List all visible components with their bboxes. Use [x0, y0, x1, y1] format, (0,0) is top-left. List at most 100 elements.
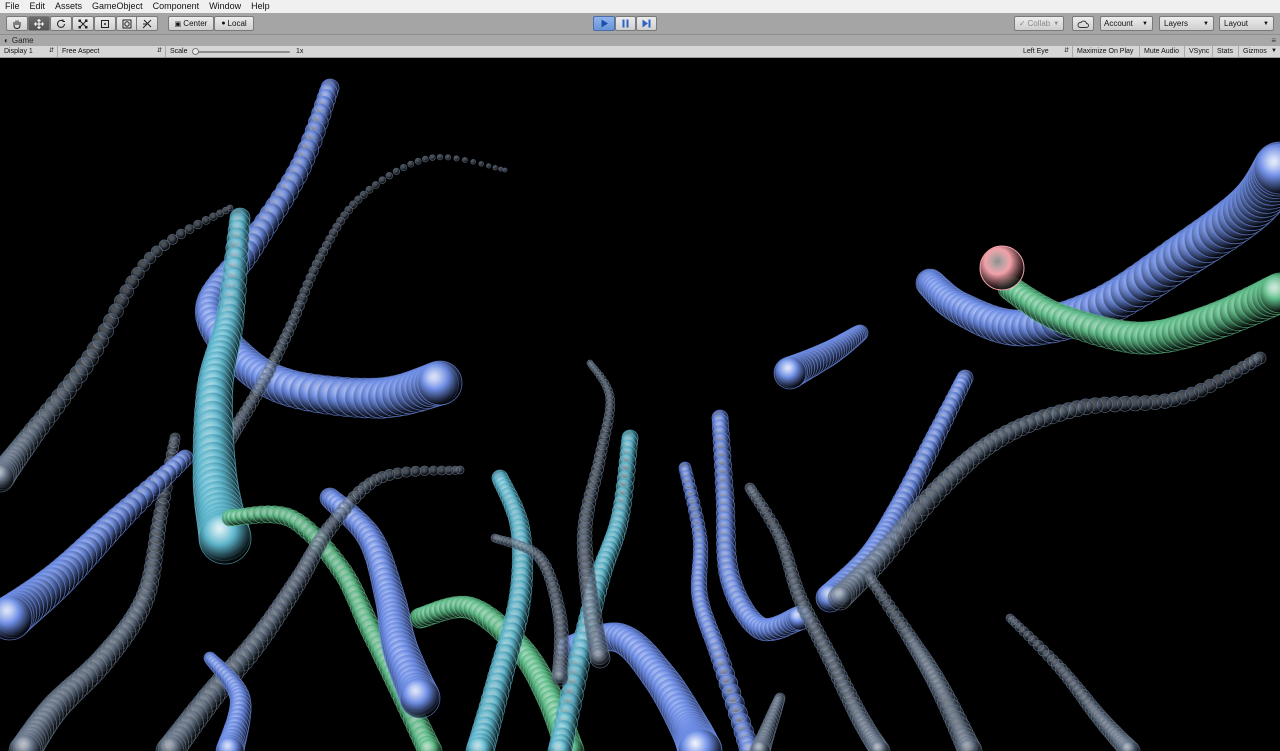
cloud-icon	[1077, 20, 1089, 28]
pivot-center-button[interactable]: ▣ Center	[168, 16, 214, 31]
rect-tool-button[interactable]	[94, 16, 116, 31]
updown-icon: ⇵	[1063, 48, 1069, 54]
game-viewport[interactable]	[0, 58, 1280, 751]
menu-bar: File Edit Assets GameObject Component Wi…	[0, 0, 1280, 13]
tab-menu-icon[interactable]: ≡	[1271, 35, 1276, 46]
sphere	[378, 176, 387, 184]
pivot-center-label: Center	[183, 19, 208, 28]
chevron-down-icon: ▼	[1271, 48, 1277, 54]
eye-dropdown[interactable]: Left Eye ⇵	[1019, 46, 1073, 57]
main-toolbar: ▣ Center ● Local ✓ Collab ▼ Account ▼ La…	[0, 13, 1280, 35]
transform-tool-button[interactable]	[116, 16, 138, 31]
stats-toggle[interactable]: Stats	[1213, 46, 1239, 57]
tab-game[interactable]: ◐ Game	[0, 36, 34, 45]
menu-file[interactable]: File	[0, 0, 25, 13]
mute-label: Mute Audio	[1144, 48, 1180, 55]
menu-component[interactable]: Component	[148, 0, 205, 13]
gizmos-dropdown[interactable]: Gizmos ▼	[1239, 46, 1280, 57]
sphere-strand	[1005, 613, 1141, 751]
scale-label: Scale	[170, 48, 188, 55]
pivot-local-button[interactable]: ● Local	[214, 16, 254, 31]
mute-audio-toggle[interactable]: Mute Audio	[1140, 46, 1185, 57]
scale-tool-icon	[78, 19, 88, 28]
local-space-icon: ●	[221, 20, 226, 27]
layout-dropdown[interactable]: Layout ▼	[1219, 16, 1274, 31]
sphere	[365, 185, 374, 194]
eye-label: Left Eye	[1023, 48, 1049, 55]
stats-label: Stats	[1217, 48, 1233, 55]
sphere	[492, 165, 498, 171]
chevron-down-icon: ▼	[1203, 20, 1209, 27]
rotate-tool-button[interactable]	[50, 16, 72, 31]
sphere	[399, 677, 441, 719]
sphere	[436, 465, 447, 476]
chevron-down-icon: ▼	[1142, 20, 1148, 27]
hand-tool-icon	[13, 20, 21, 29]
menu-gameobject[interactable]: GameObject	[87, 0, 148, 13]
sphere	[436, 154, 444, 161]
move-tool-icon	[34, 18, 44, 29]
sphere	[498, 166, 504, 172]
game-view-bar: Display 1 ⇵ Free Aspect ⇵ Scale 1x Left …	[0, 46, 1280, 58]
pivot-center-icon: ▣	[174, 20, 182, 28]
display-label: Display 1	[4, 48, 33, 55]
sphere	[502, 167, 508, 173]
vsync-toggle[interactable]: VSync	[1185, 46, 1213, 57]
game-icon: ◐	[4, 36, 9, 45]
highlighted-sphere	[979, 245, 1025, 291]
chevron-down-icon: ▼	[1263, 20, 1269, 27]
collab-button[interactable]: ✓ Collab ▼	[1014, 16, 1064, 31]
menu-help[interactable]: Help	[246, 0, 275, 13]
display-dropdown[interactable]: Display 1 ⇵	[0, 46, 58, 57]
scale-tool-button[interactable]	[72, 16, 94, 31]
pivot-local-label: Local	[227, 19, 247, 28]
sphere	[827, 585, 853, 611]
scale-slider-knob[interactable]	[192, 48, 199, 55]
layers-dropdown[interactable]: Layers ▼	[1159, 16, 1214, 31]
layout-label: Layout	[1224, 19, 1249, 28]
account-label: Account	[1104, 19, 1133, 28]
window-tab-bar: ◐ Game	[0, 35, 1280, 46]
sphere	[184, 224, 195, 235]
collab-label: Collab	[1027, 19, 1051, 28]
sphere	[470, 159, 477, 165]
custom-tool-icon	[142, 19, 152, 28]
hand-tool-button[interactable]	[6, 16, 28, 31]
sphere	[400, 164, 408, 172]
scale-control: Scale 1x	[166, 46, 314, 57]
maximize-on-play-toggle[interactable]: Maximize On Play	[1073, 46, 1140, 57]
sphere	[461, 157, 468, 163]
sphere	[773, 356, 807, 390]
sphere	[407, 160, 415, 168]
sphere	[478, 161, 484, 167]
pause-button[interactable]	[615, 16, 636, 31]
scale-slider[interactable]	[194, 51, 290, 53]
account-dropdown[interactable]: Account ▼	[1100, 16, 1153, 31]
sphere	[392, 167, 400, 176]
menu-window[interactable]: Window	[204, 0, 246, 13]
menu-assets[interactable]: Assets	[50, 0, 87, 13]
sphere	[193, 219, 203, 230]
sphere	[428, 465, 439, 476]
layers-label: Layers	[1164, 19, 1189, 28]
menu-edit[interactable]: Edit	[25, 0, 51, 13]
sphere	[589, 647, 611, 669]
move-tool-button[interactable]	[28, 16, 50, 31]
sphere	[421, 155, 429, 163]
sphere	[417, 360, 463, 406]
scale-value: 1x	[296, 48, 304, 55]
sphere	[551, 669, 569, 687]
play-button[interactable]	[593, 16, 615, 31]
check-icon: ✓	[1018, 19, 1026, 28]
sphere	[371, 181, 380, 189]
vsync-label: VSync	[1189, 48, 1210, 55]
step-icon	[642, 19, 651, 28]
sphere	[209, 212, 218, 221]
aspect-dropdown[interactable]: Free Aspect ⇵	[58, 46, 166, 57]
cloud-button[interactable]	[1072, 16, 1094, 31]
gizmos-label: Gizmos	[1243, 48, 1267, 55]
step-button[interactable]	[636, 16, 657, 31]
transform-tool-icon	[122, 19, 132, 28]
custom-tool-button[interactable]	[136, 16, 158, 31]
rect-tool-icon	[101, 19, 109, 28]
